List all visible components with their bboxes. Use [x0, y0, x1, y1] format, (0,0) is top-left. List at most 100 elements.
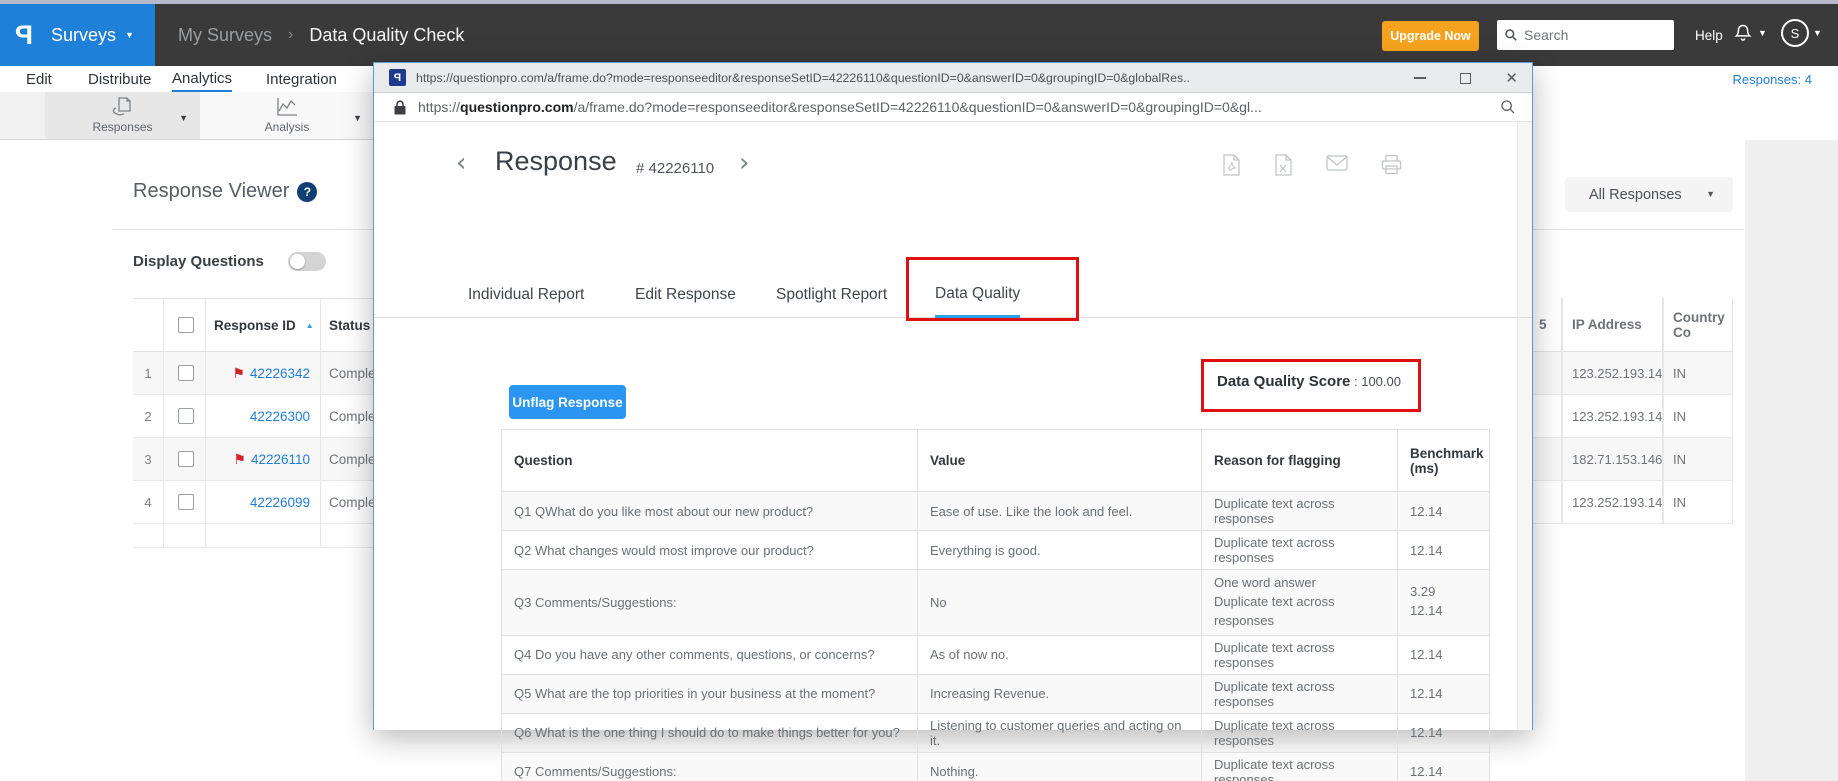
row-checkbox[interactable]	[178, 365, 194, 381]
response-id-link[interactable]: 42226099	[250, 495, 310, 510]
menu-item-analytics[interactable]: Analytics	[172, 66, 232, 92]
toolbar-tab-analysis[interactable]: Analysis ▼	[200, 92, 374, 139]
unflag-response-button[interactable]: Unflag Response	[509, 385, 626, 419]
sort-ascending-icon: ▲	[306, 321, 314, 330]
checkbox-cell	[163, 395, 205, 437]
benchmark-line: 3.29	[1410, 583, 1477, 602]
menu-item-edit[interactable]: Edit	[26, 66, 52, 92]
response-id-cell: ⚑ 42226342	[205, 352, 320, 394]
close-icon[interactable]: ✕	[1505, 71, 1518, 86]
toolbar-tab-responses[interactable]: Responses ▼	[45, 92, 200, 139]
checkbox-cell	[163, 438, 205, 480]
ip-cell: 182.71.153.146	[1562, 438, 1663, 481]
account-menu[interactable]: S ▼	[1781, 19, 1822, 47]
value-cell: Ease of use. Like the look and feel.	[918, 492, 1202, 531]
topbar: P Surveys ▼ My Surveys › Data Quality Ch…	[0, 4, 1838, 66]
benchmark-cell: 12.14	[1398, 752, 1490, 781]
ip-cell: 123.252.193.148	[1562, 395, 1663, 438]
print-icon[interactable]	[1381, 154, 1402, 175]
email-icon[interactable]	[1326, 154, 1348, 172]
display-questions-toggle[interactable]	[288, 252, 326, 271]
table-row: Q1 QWhat do you like most about our new …	[502, 492, 1490, 531]
help-tooltip-icon[interactable]: ?	[297, 182, 317, 202]
ip-cell: 123.252.193.148	[1562, 352, 1663, 395]
url-path: /a/frame.do?mode=responseeditor&response…	[574, 99, 1262, 115]
response-number: # 42226110	[636, 160, 714, 177]
row-number-label: 2	[144, 409, 151, 424]
menu-item-distribute[interactable]: Distribute	[88, 66, 151, 92]
response-filter-dropdown[interactable]: All Responses ▼	[1565, 177, 1733, 212]
chevron-down-icon[interactable]: ▼	[179, 113, 188, 123]
country-header[interactable]: Country Co	[1663, 298, 1733, 352]
breadcrumb-parent[interactable]: My Surveys	[178, 25, 272, 46]
responses-count-link[interactable]: Responses: 4	[1733, 66, 1813, 92]
response-id-cell: 42226099	[205, 481, 320, 523]
next-response-button[interactable]: ›	[739, 148, 749, 178]
row-number: 1	[133, 352, 163, 394]
chevron-down-icon[interactable]: ▼	[353, 113, 362, 123]
question-cell: Q1 QWhat do you like most about our new …	[502, 492, 918, 531]
ip-address-header[interactable]: IP Address	[1562, 298, 1663, 352]
column5-header[interactable]: 5	[1533, 298, 1562, 352]
question-cell: Q7 Comments/Suggestions:	[502, 752, 918, 781]
row-checkbox[interactable]	[178, 494, 194, 510]
row-checkbox[interactable]	[178, 408, 194, 424]
value-cell: Increasing Revenue.	[918, 674, 1202, 713]
response-id-link[interactable]: 42226342	[250, 366, 310, 381]
search-input[interactable]	[1524, 27, 1654, 43]
window-title-url: https://questionpro.com/a/frame.do?mode=…	[416, 71, 1336, 85]
table-row: Q7 Comments/Suggestions: Nothing. Duplic…	[502, 752, 1490, 781]
value-cell: Nothing.	[918, 752, 1202, 781]
flag-icon: ⚑	[232, 365, 245, 382]
table-row: Q3 Comments/Suggestions: No One word ans…	[502, 570, 1490, 636]
response-editor-content: ‹ Response # 42226110 › Individual Repor…	[374, 122, 1532, 730]
help-link[interactable]: Help	[1695, 4, 1723, 66]
export-excel-icon[interactable]	[1274, 154, 1293, 176]
country-cell: IN	[1663, 395, 1733, 438]
questionpro-favicon-icon: P	[389, 69, 406, 86]
window-titlebar[interactable]: P https://questionpro.com/a/frame.do?mod…	[374, 63, 1532, 93]
country-cell: IN	[1663, 352, 1733, 395]
address-bar[interactable]: https://questionpro.com/a/frame.do?mode=…	[374, 93, 1532, 122]
response-editor-window: P https://questionpro.com/a/frame.do?mod…	[373, 62, 1533, 730]
select-all-checkbox[interactable]	[178, 317, 194, 333]
empty-cell	[1533, 438, 1562, 481]
zoom-icon[interactable]	[1500, 99, 1516, 115]
response-id-link[interactable]: 42226110	[251, 452, 310, 467]
row-checkbox[interactable]	[178, 451, 194, 467]
value-cell: As of now no.	[918, 635, 1202, 674]
tab-individual-report[interactable]: Individual Report	[468, 272, 584, 318]
table-row: Q6 What is the one thing I should do to …	[502, 713, 1490, 752]
toolbar-tab-label: Analysis	[200, 120, 374, 134]
notifications-menu[interactable]: ▼	[1733, 22, 1767, 44]
response-id-cell: 42226300	[205, 395, 320, 437]
empty-cell	[1533, 395, 1562, 438]
tab-spotlight-report[interactable]: Spotlight Report	[776, 272, 887, 318]
export-pdf-icon[interactable]	[1222, 154, 1241, 176]
table-header-row: Question Value Reason for flagging Bench…	[502, 430, 1490, 492]
response-id-header[interactable]: Response ID ▲	[205, 299, 320, 351]
response-id-link[interactable]: 42226300	[250, 409, 310, 424]
benchmark-cell: 12.14	[1398, 713, 1490, 752]
benchmark-cell: 12.14	[1398, 492, 1490, 531]
row-number: 4	[133, 481, 163, 523]
upgrade-now-button[interactable]: Upgrade Now	[1382, 21, 1479, 51]
chevron-down-icon: ▼	[1813, 29, 1822, 38]
benchmark-line: 12.14	[1410, 602, 1477, 621]
previous-response-button[interactable]: ‹	[456, 148, 466, 178]
menu-item-integration[interactable]: Integration	[266, 66, 337, 92]
checkbox-cell	[163, 352, 205, 394]
reason-header: Reason for flagging	[1202, 430, 1398, 492]
maximize-icon[interactable]	[1460, 73, 1471, 84]
reason-cell: Duplicate text across responses	[1202, 752, 1398, 781]
display-questions-label: Display Questions	[133, 253, 264, 270]
product-menu[interactable]: P Surveys ▼	[0, 4, 155, 66]
table-row: Q4 Do you have any other comments, quest…	[502, 635, 1490, 674]
tab-edit-response[interactable]: Edit Response	[635, 272, 736, 318]
row-number-label: 1	[144, 366, 151, 381]
search-icon	[1504, 28, 1518, 42]
minimize-icon[interactable]	[1414, 77, 1426, 79]
response-id-cell: ⚑42226110	[205, 438, 320, 480]
empty-cell	[1533, 352, 1562, 395]
response-id-header-label: Response ID	[214, 318, 296, 333]
